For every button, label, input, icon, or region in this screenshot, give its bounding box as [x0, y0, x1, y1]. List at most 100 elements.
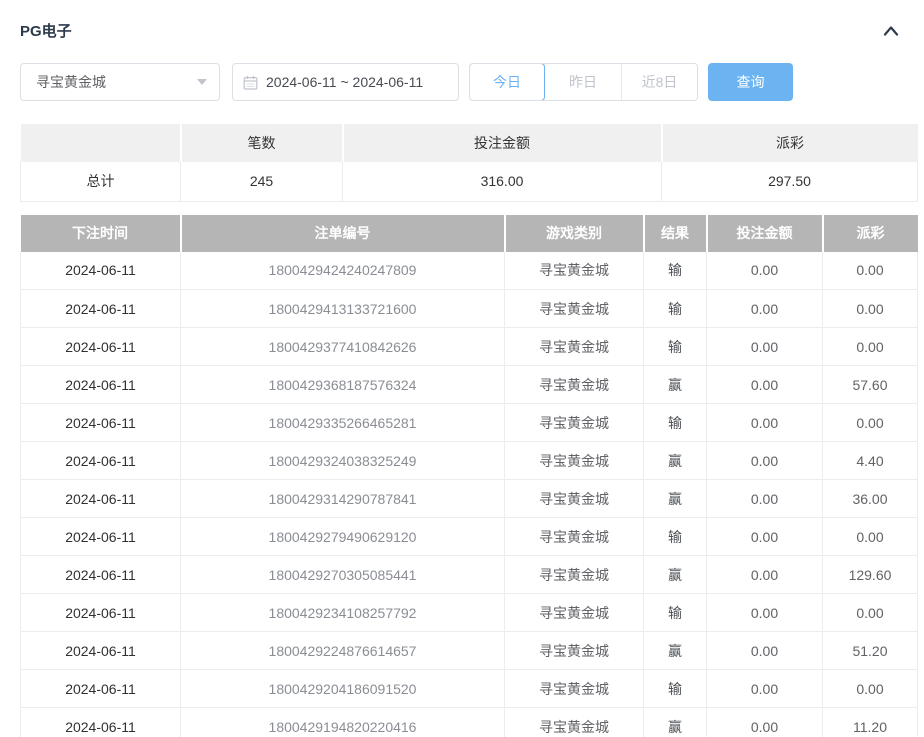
today-button[interactable]: 今日 [469, 63, 545, 101]
game-category-cell: 寻宝黄金城 [505, 670, 644, 708]
result-cell: 输 [644, 594, 707, 632]
collapse-button[interactable] [880, 22, 902, 40]
game-category-cell: 寻宝黄金城 [505, 366, 644, 404]
table-row: 2024-06-11 1800429224876614657 寻宝黄金城 赢 0… [21, 632, 918, 670]
page-title: PG电子 [20, 20, 72, 41]
bet-time-cell: 2024-06-11 [21, 518, 181, 556]
bet-amount-cell: 0.00 [707, 366, 823, 404]
order-number-cell: 1800429270305085441 [181, 556, 505, 594]
payout-cell: 0.00 [823, 252, 918, 290]
game-category-cell: 寻宝黄金城 [505, 404, 644, 442]
table-row: 2024-06-11 1800429377410842626 寻宝黄金城 输 0… [21, 328, 918, 366]
summary-header-empty [21, 124, 181, 162]
bets-header-game-category: 游戏类别 [505, 215, 644, 252]
summary-header-payout: 派彩 [662, 124, 918, 162]
game-category-cell: 寻宝黄金城 [505, 252, 644, 290]
game-category-cell: 寻宝黄金城 [505, 518, 644, 556]
order-number-cell: 1800429194820220416 [181, 708, 505, 737]
bet-amount-cell: 0.00 [707, 518, 823, 556]
table-row: 2024-06-11 1800429194820220416 寻宝黄金城 赢 0… [21, 708, 918, 737]
bet-amount-cell: 0.00 [707, 708, 823, 737]
summary-header-bet-amount: 投注金额 [343, 124, 662, 162]
payout-cell: 129.60 [823, 556, 918, 594]
order-number-cell: 1800429279490629120 [181, 518, 505, 556]
payout-cell: 0.00 [823, 404, 918, 442]
game-select[interactable]: 寻宝黄金城 [20, 63, 220, 101]
payout-cell: 0.00 [823, 290, 918, 328]
query-button[interactable]: 查询 [708, 63, 793, 101]
result-cell: 输 [644, 328, 707, 366]
payout-cell: 0.00 [823, 328, 918, 366]
bet-time-cell: 2024-06-11 [21, 670, 181, 708]
bet-amount-cell: 0.00 [707, 556, 823, 594]
order-number-cell: 1800429204186091520 [181, 670, 505, 708]
game-category-cell: 寻宝黄金城 [505, 556, 644, 594]
bets-header-result: 结果 [644, 215, 707, 252]
table-row: 2024-06-11 1800429314290787841 寻宝黄金城 赢 0… [21, 480, 918, 518]
bet-time-cell: 2024-06-11 [21, 708, 181, 737]
payout-cell: 4.40 [823, 442, 918, 480]
payout-cell: 0.00 [823, 670, 918, 708]
result-cell: 赢 [644, 442, 707, 480]
result-cell: 赢 [644, 366, 707, 404]
date-range-input[interactable]: 2024-06-11 ~ 2024-06-11 [232, 63, 459, 101]
yesterday-button[interactable]: 昨日 [545, 64, 621, 100]
total-bet-amount: 316.00 [343, 162, 662, 201]
total-label: 总计 [21, 162, 181, 201]
order-number-cell: 1800429234108257792 [181, 594, 505, 632]
payout-cell: 11.20 [823, 708, 918, 737]
result-cell: 赢 [644, 556, 707, 594]
table-row: 2024-06-11 1800429424240247809 寻宝黄金城 输 0… [21, 252, 918, 290]
bet-time-cell: 2024-06-11 [21, 632, 181, 670]
chevron-up-icon [882, 24, 900, 38]
game-category-cell: 寻宝黄金城 [505, 594, 644, 632]
payout-cell: 51.20 [823, 632, 918, 670]
bets-header-order-number: 注单编号 [181, 215, 505, 252]
bets-table-body: 2024-06-11 1800429424240247809 寻宝黄金城 输 0… [21, 252, 918, 737]
bet-time-cell: 2024-06-11 [21, 366, 181, 404]
bets-table: 下注时间 注单编号 游戏类别 结果 投注金额 派彩 2024-06-11 180… [20, 215, 918, 737]
order-number-cell: 1800429324038325249 [181, 442, 505, 480]
order-number-cell: 1800429224876614657 [181, 632, 505, 670]
bets-header-bet-time: 下注时间 [21, 215, 181, 252]
table-row: 2024-06-11 1800429270305085441 寻宝黄金城 赢 0… [21, 556, 918, 594]
table-row: 2024-06-11 1800429204186091520 寻宝黄金城 输 0… [21, 670, 918, 708]
summary-total-row: 总计 245 316.00 297.50 [21, 162, 918, 201]
payout-cell: 0.00 [823, 594, 918, 632]
game-category-cell: 寻宝黄金城 [505, 632, 644, 670]
calendar-icon [243, 75, 258, 90]
result-cell: 输 [644, 670, 707, 708]
game-category-cell: 寻宝黄金城 [505, 442, 644, 480]
total-count: 245 [181, 162, 343, 201]
bet-amount-cell: 0.00 [707, 670, 823, 708]
table-row: 2024-06-11 1800429324038325249 寻宝黄金城 赢 0… [21, 442, 918, 480]
result-cell: 赢 [644, 480, 707, 518]
pg-games-panel: PG电子 寻宝黄金城 [0, 0, 924, 737]
filter-bar: 寻宝黄金城 2024-06-11 ~ 2024-06-11 今日 昨日 近8日 [20, 63, 924, 101]
quick-date-button-group: 今日 昨日 近8日 [469, 63, 698, 101]
bet-amount-cell: 0.00 [707, 252, 823, 290]
bet-amount-cell: 0.00 [707, 632, 823, 670]
result-cell: 输 [644, 252, 707, 290]
result-cell: 赢 [644, 708, 707, 737]
table-row: 2024-06-11 1800429368187576324 寻宝黄金城 赢 0… [21, 366, 918, 404]
chevron-down-icon [197, 79, 207, 85]
order-number-cell: 1800429335266465281 [181, 404, 505, 442]
table-row: 2024-06-11 1800429279490629120 寻宝黄金城 输 0… [21, 518, 918, 556]
game-select-value: 寻宝黄金城 [36, 72, 106, 92]
panel-header: PG电子 [0, 0, 924, 41]
table-row: 2024-06-11 1800429234108257792 寻宝黄金城 输 0… [21, 594, 918, 632]
order-number-cell: 1800429413133721600 [181, 290, 505, 328]
total-payout: 297.50 [662, 162, 918, 201]
last-8-days-button[interactable]: 近8日 [621, 64, 697, 100]
bet-time-cell: 2024-06-11 [21, 594, 181, 632]
order-number-cell: 1800429314290787841 [181, 480, 505, 518]
date-range-value: 2024-06-11 ~ 2024-06-11 [266, 74, 423, 90]
game-category-cell: 寻宝黄金城 [505, 290, 644, 328]
bet-time-cell: 2024-06-11 [21, 252, 181, 290]
summary-header-count: 笔数 [181, 124, 343, 162]
game-category-cell: 寻宝黄金城 [505, 328, 644, 366]
result-cell: 赢 [644, 632, 707, 670]
bet-amount-cell: 0.00 [707, 328, 823, 366]
order-number-cell: 1800429377410842626 [181, 328, 505, 366]
